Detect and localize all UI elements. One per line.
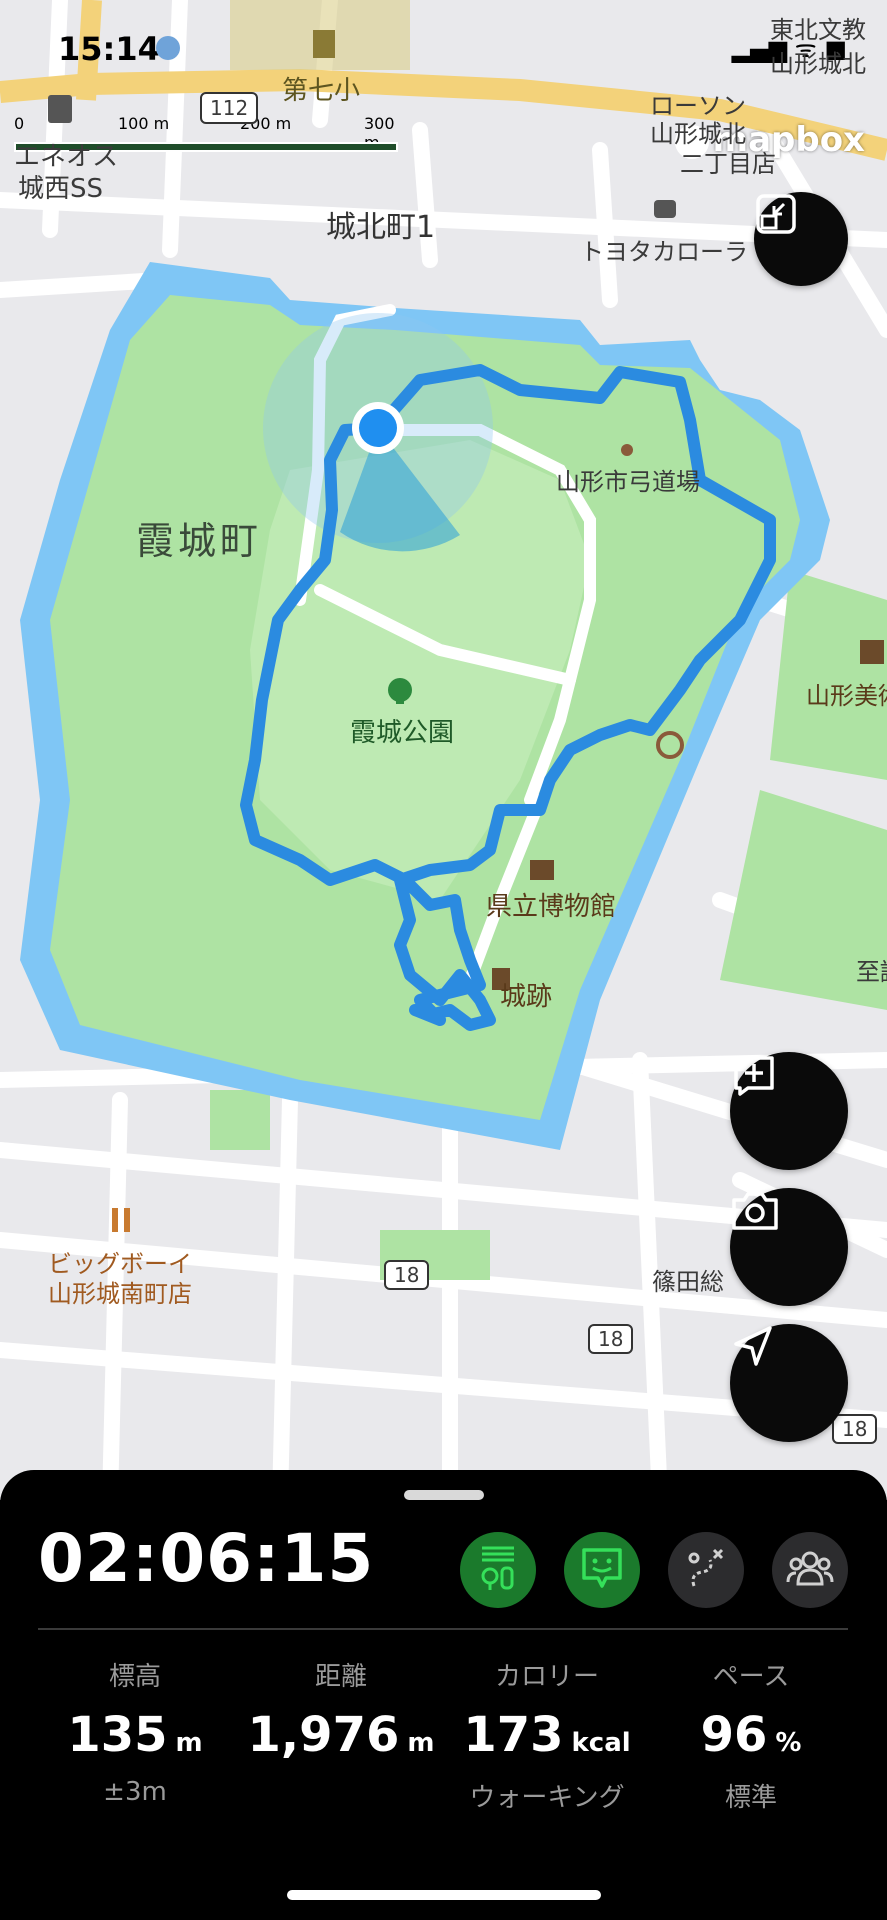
area-label: 霞城町 bbox=[136, 519, 263, 563]
poi-label: 城西SS bbox=[18, 174, 104, 204]
stat-label: ペース bbox=[712, 1662, 790, 1692]
face-chat-button[interactable] bbox=[564, 1532, 640, 1608]
home-indicator[interactable] bbox=[287, 1890, 601, 1900]
stat-sub: ウォーキング bbox=[469, 1783, 625, 1813]
stat-sub: 標準 bbox=[724, 1783, 777, 1813]
poi-label: 城跡 bbox=[500, 982, 553, 1012]
face-chat-icon bbox=[580, 1546, 624, 1594]
route-shield: 18 bbox=[832, 1414, 878, 1444]
activity-panel: 02:06:15 標高 135 m ±3m 距離 1,976 m カロリー 173 k… bbox=[0, 1470, 887, 1920]
add-note-button[interactable] bbox=[730, 1052, 848, 1170]
poi-label: 山形城南町店 bbox=[48, 1280, 192, 1308]
stat-value: 173 kcal bbox=[463, 1707, 631, 1763]
scale-tick: 0 bbox=[14, 114, 25, 133]
stat-sub: ±3m bbox=[103, 1777, 167, 1807]
poi-label: 県立博物館 bbox=[486, 892, 617, 922]
stat-label: 標高 bbox=[108, 1662, 161, 1692]
stat-pace: ペース 96% 標準 bbox=[646, 1656, 856, 1814]
poi-label: 山形市弓道場 bbox=[556, 468, 700, 496]
stat-distance: 距離 1,976 m bbox=[236, 1656, 446, 1777]
stat-label: カロリー bbox=[494, 1662, 599, 1692]
group-icon bbox=[786, 1548, 834, 1592]
poi-label: 霞城公園 bbox=[350, 718, 455, 748]
route-path-button[interactable] bbox=[668, 1532, 744, 1608]
group-button[interactable] bbox=[772, 1532, 848, 1608]
poi-label: 篠田総 bbox=[652, 1268, 724, 1296]
collapse-map-button[interactable] bbox=[754, 192, 848, 286]
locate-button[interactable] bbox=[730, 1324, 848, 1442]
stat-value: 1,976 m bbox=[247, 1707, 435, 1763]
stat-calories: カロリー 173 kcal ウォーキング bbox=[442, 1656, 652, 1814]
status-bar: 15:14 ▂▄▆ ᯤ ■ bbox=[0, 28, 887, 72]
panel-drag-handle[interactable] bbox=[404, 1490, 484, 1500]
route-shield: 112 bbox=[200, 92, 259, 124]
stat-label: 距離 bbox=[314, 1662, 367, 1692]
scale-tick: 100 m bbox=[118, 114, 170, 133]
elapsed-timer: 02:06:15 bbox=[38, 1520, 375, 1597]
location-services-icon bbox=[156, 36, 180, 60]
poi-label: 二丁目店 bbox=[680, 150, 776, 178]
poi-label: 山形美術 bbox=[806, 682, 887, 710]
route-shield: 18 bbox=[384, 1260, 430, 1290]
route-markers-button[interactable] bbox=[460, 1532, 536, 1608]
poi-label: 東北文教 bbox=[770, 16, 866, 44]
map-view[interactable]: 15:14 ▂▄▆ ᯤ ■ 0 100 m 200 m 300 m mapbox… bbox=[0, 0, 887, 1500]
route-path-icon bbox=[684, 1546, 728, 1594]
stat-value: 96% bbox=[700, 1707, 802, 1763]
poi-label: 第七小 bbox=[282, 76, 361, 106]
poi-label: 山形城北 bbox=[770, 50, 866, 78]
status-time: 15:14 bbox=[58, 30, 160, 68]
camera-button[interactable] bbox=[730, 1188, 848, 1306]
poi-label: 至誠 bbox=[856, 958, 887, 986]
stat-value: 135 m bbox=[67, 1707, 203, 1763]
stat-elevation: 標高 135 m ±3m bbox=[30, 1656, 240, 1807]
poi-label: トヨタカローラ bbox=[580, 238, 748, 266]
route-shield: 18 bbox=[588, 1324, 634, 1354]
panel-divider bbox=[38, 1628, 848, 1630]
area-label: 城北町1 bbox=[326, 210, 436, 245]
route-markers-icon bbox=[478, 1544, 518, 1596]
